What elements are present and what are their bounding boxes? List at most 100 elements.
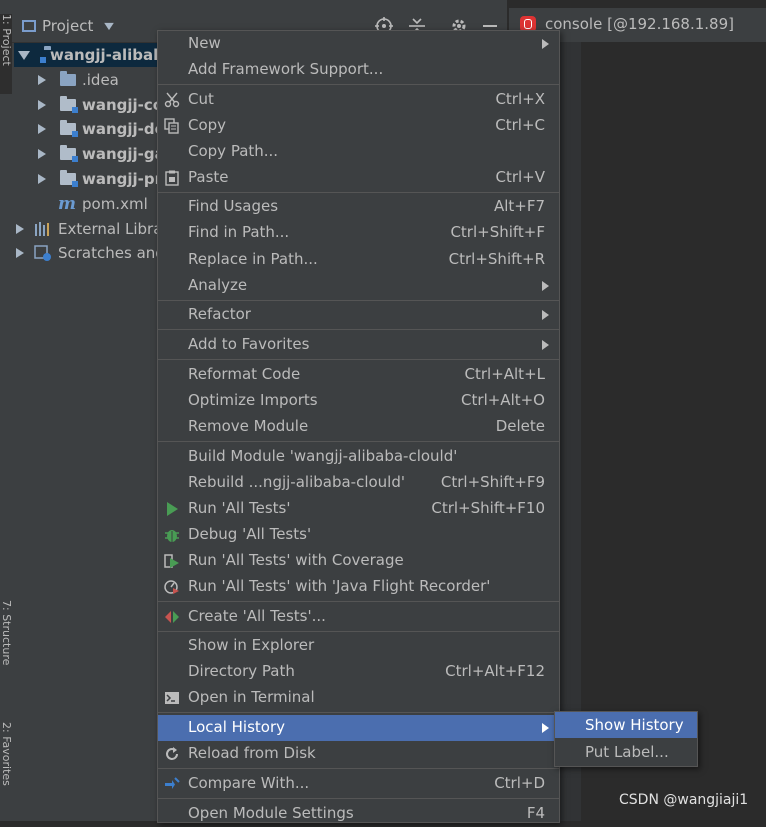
menu-item-shortcut: Ctrl+Shift+F10 [431, 499, 545, 517]
menu-item-reload-from-disk[interactable]: Reload from Disk [158, 741, 559, 767]
reload-icon [166, 747, 178, 760]
menu-item-create-all-tests[interactable]: Create 'All Tests'... [158, 604, 559, 630]
run-icon [167, 502, 178, 516]
create-test-icon [165, 611, 179, 623]
menu-item-build-module[interactable]: Build Module 'wangjj-alibaba-clould' [158, 444, 559, 470]
menu-item-label: Add Framework Support... [188, 60, 384, 78]
submenu-item-put-label[interactable]: Put Label... [555, 739, 697, 765]
tree-item-module[interactable]: wangjj-pro [38, 167, 172, 191]
project-view-icon [22, 20, 36, 32]
menu-item-add-to-favorites[interactable]: Add to Favorites [158, 332, 559, 358]
menu-item-open-module-settings[interactable]: Open Module Settings F4 [158, 801, 559, 827]
menu-item-add-framework-support[interactable]: Add Framework Support... [158, 57, 559, 83]
menu-item-label: Rebuild ...ngjj-alibaba-clould' [188, 473, 405, 491]
menu-item-new[interactable]: New [158, 31, 559, 57]
watermark: CSDN @wangjiaji1 [619, 792, 749, 808]
menu-item-shortcut: Ctrl+Shift+R [448, 250, 545, 268]
menu-item-find-usages[interactable]: Find Usages Alt+F7 [158, 194, 559, 220]
chevron-right-icon [542, 723, 549, 733]
menu-separator [158, 84, 559, 85]
menu-separator [158, 712, 559, 713]
menu-item-reformat-code[interactable]: Reformat Code Ctrl+Alt+L [158, 362, 559, 388]
tree-item-label: .idea [82, 71, 119, 89]
menu-item-shortcut: Delete [495, 417, 545, 435]
tree-item-idea[interactable]: .idea [38, 68, 119, 92]
menu-item-remove-module[interactable]: Remove Module Delete [158, 414, 559, 440]
menu-separator [158, 300, 559, 301]
tree-item-scratches[interactable]: Scratches and [16, 241, 165, 265]
expand-arrow-icon[interactable] [38, 75, 46, 85]
tree-item-module[interactable]: wangjj-cor [38, 93, 171, 117]
menu-item-compare-with[interactable]: Compare With... Ctrl+D [158, 771, 559, 797]
menu-item-label: Run 'All Tests' [188, 499, 291, 517]
tree-item-external-libraries[interactable]: External Librar [16, 217, 169, 241]
project-view-selector[interactable]: Project [22, 17, 115, 35]
menu-item-cut[interactable]: Cut Ctrl+X [158, 87, 559, 113]
menu-separator [158, 768, 559, 769]
menu-item-local-history[interactable]: Local History [158, 715, 559, 741]
menu-item-show-in-explorer[interactable]: Show in Explorer [158, 633, 559, 659]
menu-item-copy-path[interactable]: Copy Path... [158, 139, 559, 165]
menu-item-label: Directory Path [188, 662, 295, 680]
menu-item-find-in-path[interactable]: Find in Path... Ctrl+Shift+F [158, 220, 559, 246]
menu-item-shortcut: Alt+F7 [493, 197, 545, 215]
editor-tab-label: console [@192.168.1.89] [545, 15, 734, 33]
menu-item-directory-path[interactable]: Directory Path Ctrl+Alt+F12 [158, 659, 559, 685]
tree-item-module[interactable]: wangjj-dea [38, 117, 175, 141]
module-folder-icon [60, 170, 78, 187]
terminal-icon [165, 692, 179, 704]
expand-arrow-icon[interactable] [18, 50, 30, 60]
menu-separator [158, 329, 559, 330]
menu-item-label: Open Module Settings [188, 804, 354, 822]
tree-item-module[interactable]: wangjj-gat [38, 142, 172, 166]
menu-item-label: Reformat Code [188, 365, 301, 383]
menu-item-copy[interactable]: Copy Ctrl+C [158, 113, 559, 139]
expand-arrow-icon[interactable] [16, 248, 24, 258]
tree-item-pom[interactable]: m pom.xml [58, 192, 148, 216]
menu-item-rebuild-module[interactable]: Rebuild ...ngjj-alibaba-clould' Ctrl+Shi… [158, 470, 559, 496]
tree-item-label: External Librar [58, 220, 169, 238]
menu-item-label: Optimize Imports [188, 391, 318, 409]
expand-arrow-icon[interactable] [38, 100, 46, 110]
chevron-right-icon [542, 281, 549, 291]
menu-item-label: Refactor [188, 305, 251, 323]
menu-item-label: Reload from Disk [188, 744, 316, 762]
chevron-right-icon [542, 39, 549, 49]
expand-arrow-icon[interactable] [16, 224, 24, 234]
menu-item-open-in-terminal[interactable]: Open in Terminal [158, 685, 559, 711]
menu-item-debug-all-tests[interactable]: Debug 'All Tests' [158, 522, 559, 548]
tree-item-root-module[interactable]: wangjj-alibaba [14, 43, 174, 67]
menu-item-shortcut: Ctrl+D [494, 774, 545, 792]
expand-arrow-icon[interactable] [38, 174, 46, 184]
module-folder-icon [60, 96, 78, 113]
menu-item-label: Paste [188, 168, 229, 186]
scissors-icon [164, 92, 180, 108]
menu-item-shortcut: Ctrl+Shift+F [450, 223, 545, 241]
tree-item-label: Scratches and [58, 244, 165, 262]
menu-item-replace-in-path[interactable]: Replace in Path... Ctrl+Shift+R [158, 247, 559, 273]
menu-separator [158, 192, 559, 193]
menu-item-label: Debug 'All Tests' [188, 525, 312, 543]
menu-separator [158, 359, 559, 360]
expand-arrow-icon[interactable] [38, 149, 46, 159]
menu-item-optimize-imports[interactable]: Optimize Imports Ctrl+Alt+O [158, 388, 559, 414]
chevron-right-icon [542, 310, 549, 320]
menu-item-label: Create 'All Tests'... [188, 607, 326, 625]
menu-item-refactor[interactable]: Refactor [158, 302, 559, 328]
menu-item-shortcut: Ctrl+C [495, 116, 545, 134]
menu-item-label: Run 'All Tests' with Coverage [188, 551, 404, 569]
module-folder-icon [60, 120, 78, 137]
submenu-item-show-history[interactable]: Show History [555, 712, 697, 738]
local-history-submenu: Show History Put Label... [554, 711, 698, 767]
menu-item-label: New [188, 34, 221, 52]
menu-item-run-with-profiler[interactable]: Run 'All Tests' with 'Java Flight Record… [158, 574, 559, 600]
context-menu: New Add Framework Support... Cut Ctrl+X … [157, 30, 560, 823]
menu-item-run-all-tests[interactable]: Run 'All Tests' Ctrl+Shift+F10 [158, 496, 559, 522]
menu-item-analyze[interactable]: Analyze [158, 273, 559, 299]
tree-item-label: pom.xml [82, 195, 148, 213]
profiler-icon [164, 580, 179, 594]
expand-arrow-icon[interactable] [38, 124, 46, 134]
menu-item-label: Local History [188, 718, 286, 736]
menu-item-paste[interactable]: Paste Ctrl+V [158, 165, 559, 191]
menu-item-run-with-coverage[interactable]: Run 'All Tests' with Coverage [158, 548, 559, 574]
